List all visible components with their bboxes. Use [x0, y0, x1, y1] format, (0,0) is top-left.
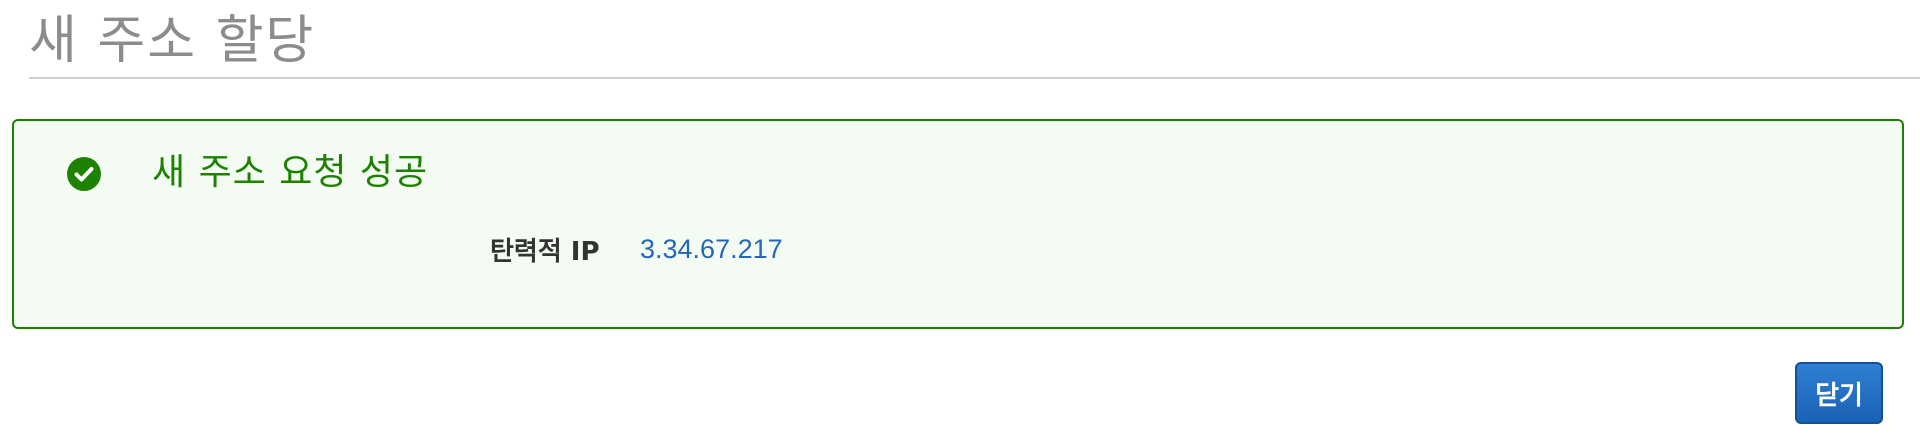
check-circle-icon: [67, 157, 101, 191]
close-button[interactable]: 닫기: [1795, 362, 1883, 424]
success-title: 새 주소 요청 성공: [152, 152, 429, 193]
allocate-address-page: 새 주소 할당 새 주소 요청 성공 탄력적 IP 3.34.67.217 닫기: [0, 0, 1920, 446]
success-alert: 새 주소 요청 성공 탄력적 IP 3.34.67.217: [12, 119, 1904, 329]
elastic-ip-link[interactable]: 3.34.67.217: [640, 234, 783, 265]
title-divider: [29, 77, 1920, 79]
elastic-ip-label: 탄력적 IP: [490, 236, 600, 267]
elastic-ip-row: 탄력적 IP 3.34.67.217: [490, 227, 783, 271]
page-title: 새 주소 할당: [29, 11, 316, 71]
